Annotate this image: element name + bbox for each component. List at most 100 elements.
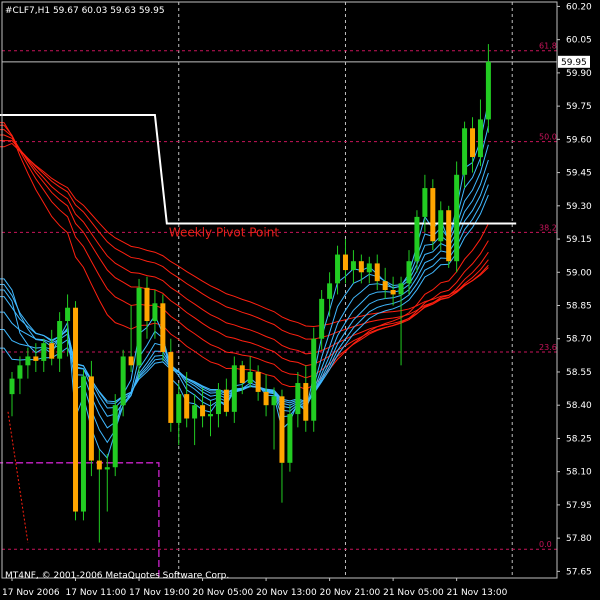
candle [80, 369, 86, 521]
candle-body [80, 376, 86, 512]
candle-body [200, 405, 206, 417]
candle-body [477, 119, 483, 158]
price-tick-label: 57.80 [566, 534, 592, 544]
copyright-text: MT4NF, © 2001-2006 MetaQuotes Software C… [5, 571, 229, 581]
fib-label: 38.2 [539, 223, 557, 232]
time-tick-label: 20 Nov 05:00 [193, 588, 254, 598]
candle-body [41, 343, 47, 361]
candle-body [422, 188, 428, 217]
price-tick-label: 58.40 [566, 401, 592, 411]
price-tick-label: 59.30 [566, 202, 592, 212]
candle-body [25, 356, 31, 366]
candle-body [319, 298, 325, 339]
candle-body [144, 287, 150, 322]
candle-body [271, 396, 277, 406]
candle-body [112, 405, 118, 468]
candle [446, 205, 452, 268]
fib-label: 23.6 [539, 343, 557, 352]
candle-body [342, 254, 348, 271]
price-tick-label: 57.95 [566, 501, 592, 511]
candle-body [398, 283, 404, 295]
candle-body [120, 356, 126, 406]
candle-body [263, 391, 269, 406]
price-tick-label: 59.75 [566, 102, 592, 112]
candle-body [382, 281, 388, 290]
candle-body [136, 287, 142, 366]
weekly-pivot-label: Weekly Pivot Point [169, 226, 279, 240]
candle-body [311, 338, 317, 421]
fib-label: 0.0 [539, 540, 552, 549]
candle-body [88, 376, 94, 461]
price-tick-label: 59.00 [566, 268, 592, 278]
candle-body [446, 210, 452, 262]
price-tick-label: 58.10 [566, 468, 592, 478]
candle-body [470, 128, 476, 158]
candle-body [160, 303, 166, 353]
price-tick-label: 58.55 [566, 368, 592, 378]
candle-body [303, 383, 309, 421]
candle-body [96, 460, 102, 470]
candle [136, 278, 142, 379]
price-tick-label: 58.25 [566, 434, 592, 444]
candle-body [104, 467, 110, 470]
current-price-label: 59.95 [561, 58, 587, 68]
candle [454, 161, 460, 273]
candle-body [231, 365, 237, 412]
candle-body [17, 365, 23, 379]
price-chart[interactable]: 61.8 50.0 38.2 23.6 0.0 Weekly Pivot Point 6… [0, 0, 600, 600]
time-tick-label: 21 Nov 13:00 [447, 588, 508, 598]
candle [168, 338, 174, 432]
candle-body [168, 352, 174, 423]
candle [311, 327, 317, 432]
candle-body [184, 394, 190, 419]
candle-body [73, 307, 79, 512]
candle-body [247, 371, 253, 384]
time-tick-label: 17 Nov 11:00 [66, 588, 127, 598]
price-tick-label: 60.20 [566, 2, 592, 12]
candle-body [57, 321, 63, 359]
candle-body [208, 414, 213, 417]
candle-body [366, 263, 372, 273]
candle-body [215, 389, 221, 415]
candle-body [65, 307, 71, 322]
candle-body [9, 378, 15, 395]
candle-body [152, 303, 158, 322]
candle-body [390, 290, 396, 295]
candle-body [454, 174, 460, 262]
candle-body [430, 188, 436, 242]
price-tick-label: 58.85 [566, 302, 592, 312]
time-tick-label: 17 Nov 2006 [2, 588, 60, 598]
price-tick-label: 59.15 [566, 235, 592, 245]
candle-body [374, 263, 380, 282]
candle-body [438, 210, 444, 242]
time-tick-label: 21 Nov 05:00 [383, 588, 444, 598]
candle-body [176, 394, 182, 423]
fib-label: 50.0 [539, 133, 557, 142]
candle-body [287, 414, 293, 463]
time-tick-label: 20 Nov 21:00 [320, 588, 381, 598]
candle [430, 179, 436, 251]
price-tick-label: 59.45 [566, 169, 592, 179]
candle-body [223, 389, 229, 412]
candle [287, 405, 293, 472]
candle-body [33, 356, 39, 361]
candle [73, 301, 79, 521]
candle-body [358, 261, 364, 273]
price-tick-label: 59.60 [566, 135, 592, 145]
candle-body [406, 261, 412, 284]
time-tick-label: 20 Nov 13:00 [256, 588, 317, 598]
price-tick-label: 59.90 [566, 69, 592, 79]
candle-body [192, 405, 198, 419]
candle-body [49, 343, 55, 359]
price-tick-label: 60.05 [566, 36, 592, 46]
candle-body [255, 371, 261, 392]
candle [88, 360, 94, 477]
fib-label: 61.8 [539, 42, 557, 51]
chart-background [0, 0, 600, 600]
candle [112, 394, 118, 477]
candle [160, 294, 166, 361]
candle-body [414, 216, 420, 262]
candle-body [350, 261, 356, 271]
candle-body [279, 396, 285, 463]
candle-body [239, 365, 245, 384]
